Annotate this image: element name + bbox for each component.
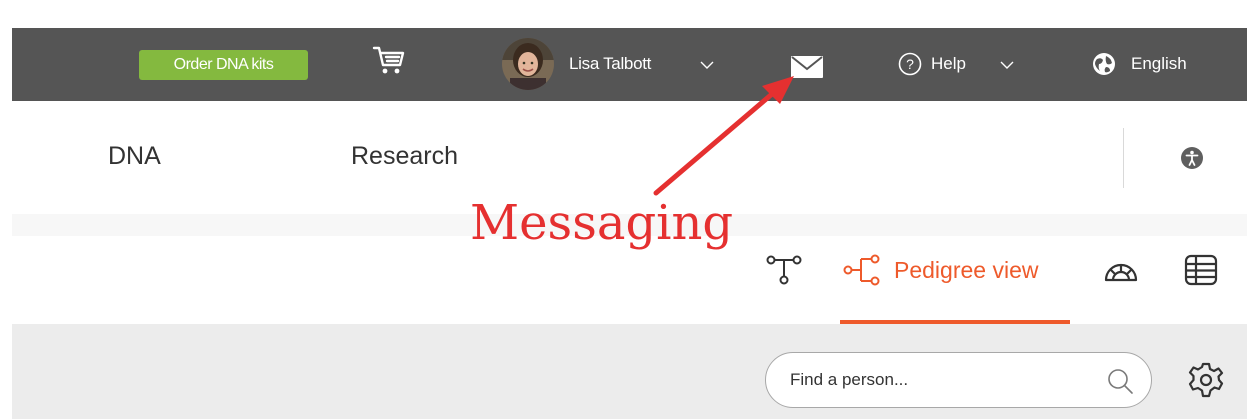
gear-icon[interactable]: [1188, 362, 1224, 398]
chevron-down-icon[interactable]: [999, 57, 1015, 73]
language-selector[interactable]: English: [1131, 54, 1187, 74]
page: Order DNA kits Lisa Talbott ? Help Engli…: [0, 0, 1247, 419]
help-menu[interactable]: Help: [931, 54, 966, 74]
family-tree-icon[interactable]: [766, 254, 802, 286]
user-name[interactable]: Lisa Talbott: [569, 54, 651, 74]
accessibility-icon[interactable]: [1180, 146, 1204, 170]
tab-pedigree-view[interactable]: Pedigree view: [894, 257, 1038, 284]
avatar[interactable]: [502, 38, 554, 90]
chevron-down-icon[interactable]: [699, 57, 715, 73]
mail-icon[interactable]: [791, 56, 823, 78]
search-placeholder: Find a person...: [790, 370, 909, 389]
nav-item-research[interactable]: Research: [351, 142, 458, 171]
search-icon[interactable]: [1106, 367, 1134, 395]
svg-text:?: ?: [906, 56, 914, 72]
nav-item-dna[interactable]: DNA: [108, 142, 161, 171]
globe-icon[interactable]: [1092, 52, 1116, 76]
order-dna-kits-button[interactable]: Order DNA kits: [139, 50, 308, 80]
pedigree-icon[interactable]: [843, 254, 883, 286]
search-input[interactable]: Find a person...: [765, 352, 1152, 408]
annotation-label: Messaging: [470, 195, 734, 251]
table-view-icon[interactable]: [1184, 254, 1218, 286]
nav-divider: [1123, 128, 1124, 188]
help-icon[interactable]: ?: [898, 52, 922, 76]
top-bar: Order DNA kits Lisa Talbott ? Help Engli…: [12, 28, 1247, 101]
cart-icon[interactable]: [372, 44, 406, 78]
fan-view-icon[interactable]: [1104, 256, 1138, 286]
